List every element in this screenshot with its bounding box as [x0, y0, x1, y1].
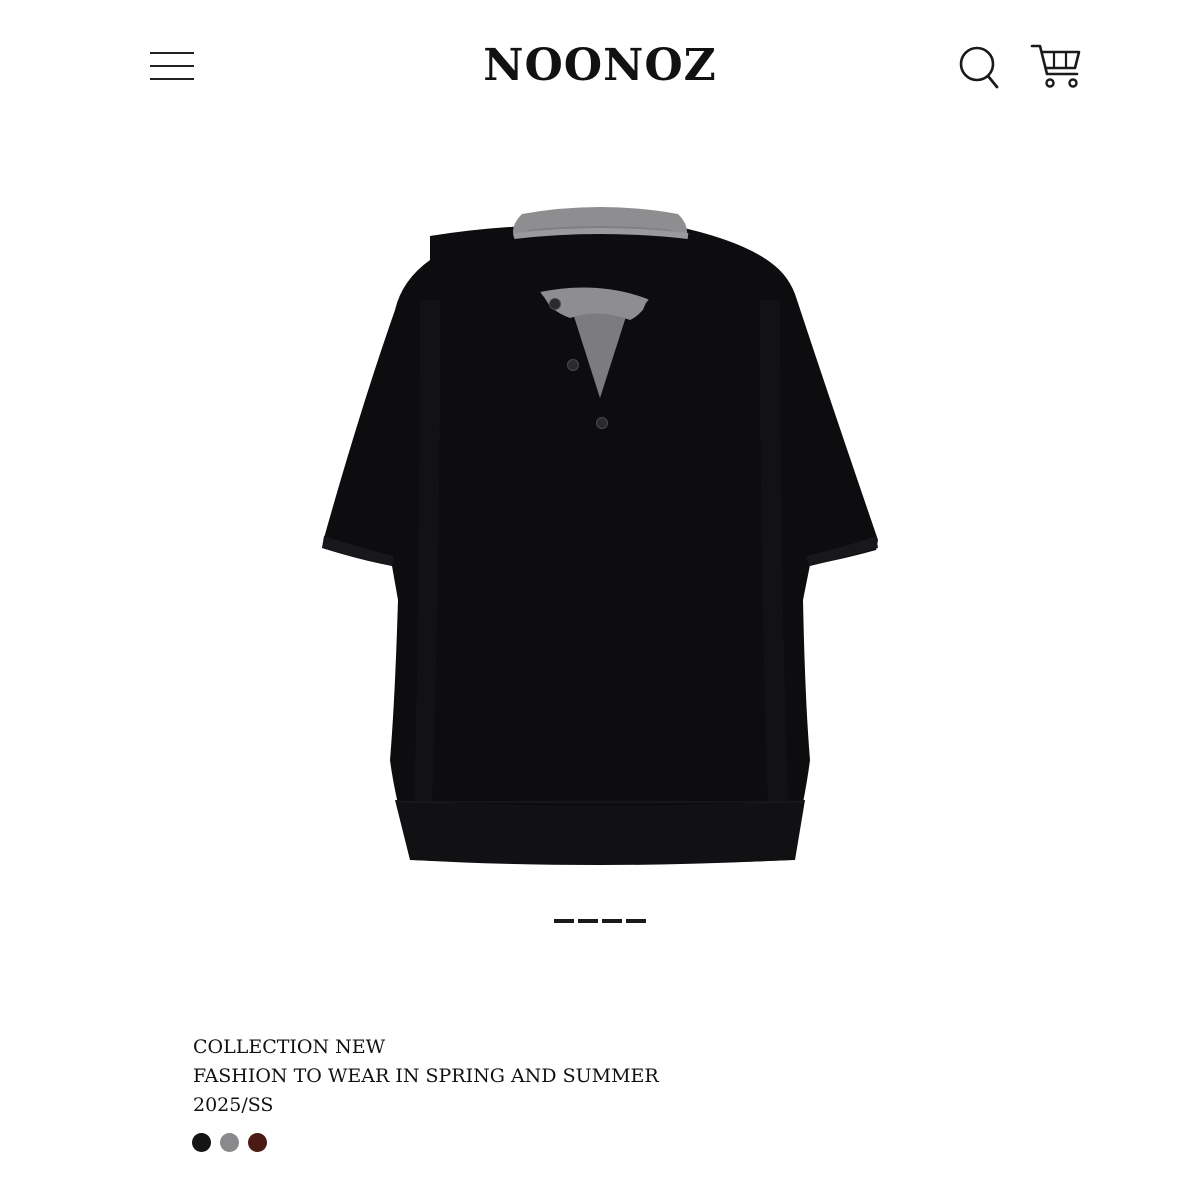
carousel-dot[interactable] — [602, 919, 622, 923]
search-icon — [959, 46, 999, 89]
cart-button[interactable] — [1028, 40, 1084, 92]
shopping-cart-icon — [1030, 44, 1081, 88]
carousel-dot[interactable] — [578, 919, 598, 923]
color-swatch-grey[interactable] — [220, 1133, 239, 1152]
season-description: FASHION TO WEAR IN SPRING AND SUMMER — [193, 1065, 659, 1087]
carousel-pagination — [554, 919, 646, 923]
menu-button[interactable] — [146, 44, 198, 88]
search-button[interactable] — [956, 42, 1002, 92]
season-code: 2025/SS — [193, 1094, 274, 1116]
color-swatch-brown[interactable] — [248, 1133, 267, 1152]
color-swatch-black[interactable] — [192, 1133, 211, 1152]
product-illustration — [322, 207, 878, 865]
product-image[interactable] — [300, 180, 900, 880]
product-info: COLLECTION NEW FASHION TO WEAR IN SPRING… — [193, 1033, 659, 1120]
site-header: NOONOZ — [0, 0, 1200, 135]
color-swatches — [192, 1133, 267, 1152]
carousel-dot[interactable] — [626, 919, 646, 923]
collection-label: COLLECTION NEW — [193, 1036, 386, 1058]
carousel-dot[interactable] — [554, 919, 574, 923]
